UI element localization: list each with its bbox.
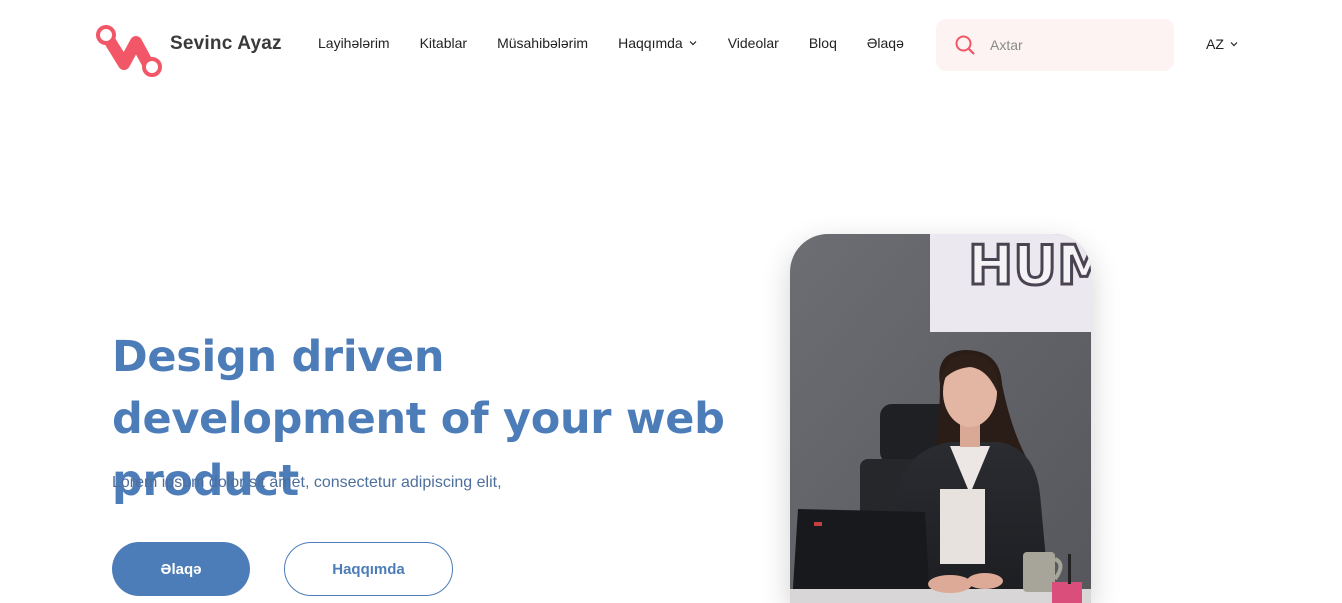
- nav-label: Bloq: [808, 35, 837, 51]
- laptop: [792, 509, 930, 603]
- search-box[interactable]: [936, 19, 1174, 71]
- chevron-down-icon: [689, 41, 697, 46]
- about-button[interactable]: Haqqımda: [284, 542, 453, 596]
- brand-name: Sevinc Ayaz: [170, 33, 282, 54]
- language-label: AZ: [1206, 36, 1224, 52]
- coffee-mug: [1023, 552, 1055, 592]
- nav-label: Layihələrim: [318, 35, 390, 51]
- nav-item-blog[interactable]: Bloq: [809, 35, 837, 51]
- nav-label: Haqqımda: [618, 35, 683, 51]
- brand-logo[interactable]: Sevinc Ayaz: [96, 24, 282, 78]
- nav-label: Əlaqə: [866, 35, 904, 51]
- nav-item-books[interactable]: Kitablar: [420, 35, 467, 51]
- nav-item-videos[interactable]: Videolar: [728, 35, 779, 51]
- nav-item-interviews[interactable]: Müsahibələrim: [497, 35, 588, 51]
- site-header: Sevinc Ayaz Layihələrim Kitablar Müsahib…: [0, 0, 1342, 90]
- poster-text: HUM: [968, 234, 1091, 297]
- nav-item-contact[interactable]: Əlaqə: [867, 35, 904, 51]
- nav-label: Kitablar: [419, 35, 468, 51]
- contact-button[interactable]: Əlaqə: [112, 542, 250, 596]
- infinity-loop-logo-icon: [96, 25, 162, 77]
- nav-label: Müsahibələrim: [497, 35, 589, 51]
- hero-subtitle: Lorem ipsum dolor sit amet, consectetur …: [112, 474, 502, 491]
- hero-portrait-photo: HUM: [790, 234, 1091, 603]
- portrait-illustration: HUM: [790, 234, 1091, 603]
- main-nav: Layihələrim Kitablar Müsahibələrim Haqqı…: [318, 35, 904, 51]
- nav-item-about[interactable]: Haqqımda: [618, 35, 698, 51]
- chevron-down-icon: [1230, 42, 1238, 47]
- language-selector[interactable]: AZ: [1206, 36, 1239, 52]
- search-icon[interactable]: [954, 34, 976, 56]
- nav-item-projects[interactable]: Layihələrim: [318, 35, 390, 51]
- nav-label: Videolar: [727, 35, 779, 51]
- search-input[interactable]: [988, 36, 1158, 54]
